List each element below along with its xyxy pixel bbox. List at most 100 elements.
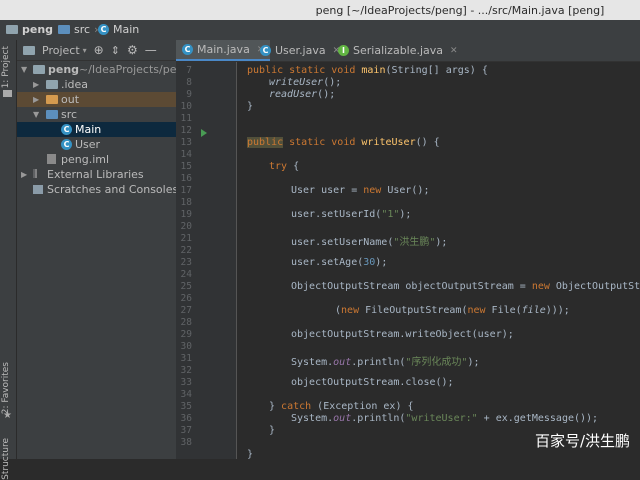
line-number: 27 — [180, 305, 192, 316]
expand-arrow-icon[interactable]: ▼ — [33, 107, 39, 122]
file-icon — [47, 154, 56, 164]
code-line-33: objectOutputStream.close(); — [291, 377, 454, 388]
tree-item-main[interactable]: C Main — [17, 122, 176, 137]
line-number: 14 — [180, 149, 192, 160]
breadcrumb-project-label: peng — [22, 23, 54, 36]
run-icon[interactable] — [201, 129, 207, 137]
breadcrumb-src-label: src — [74, 23, 91, 36]
left-tool-strip: 1: Project 2: Favorites ★ Structure — [0, 40, 17, 480]
breadcrumb-file-label: Main — [113, 23, 140, 36]
tree-item-label: src — [61, 108, 78, 121]
code-line-7: public static void main(String[] args) { — [247, 65, 488, 76]
code-text: user.setAge( — [291, 257, 364, 268]
collapsed-arrow-icon[interactable]: ▶ — [33, 92, 39, 107]
project-tool-tab[interactable]: 1: Project — [1, 46, 11, 88]
tree-item-scratches[interactable]: Scratches and Consoles — [17, 182, 176, 197]
tree-item-root[interactable]: ▼ peng ~/IdeaProjects/peng — [17, 62, 176, 77]
code-line-35: } catch (Exception ex) { — [247, 401, 414, 412]
code-line-25: ObjectOutputStream objectOutputStream = … — [247, 281, 640, 292]
line-number: 13 — [180, 137, 192, 148]
code-string: "1" — [381, 209, 400, 220]
breadcrumb-src[interactable]: src › — [58, 23, 98, 36]
project-tree: ▼ peng ~/IdeaProjects/peng ▶ .idea ▶ out… — [17, 62, 176, 197]
code-field: out — [333, 357, 352, 368]
locate-target-icon[interactable]: ⊕ — [94, 43, 104, 57]
code-keyword: new — [531, 281, 550, 292]
code-text: .println( — [351, 413, 406, 424]
code-text: ))); — [545, 305, 570, 316]
interface-icon: I — [338, 45, 349, 56]
tree-item-label: Scratches and Consoles — [47, 183, 176, 196]
breadcrumb-file[interactable]: C Main — [98, 23, 139, 36]
code-line-38: } — [247, 449, 254, 459]
tree-root-path: ~/IdeaProjects/peng — [79, 63, 176, 76]
code-keyword: catch — [281, 401, 312, 412]
code-line-31: System.out.println("序列化成功"); — [247, 353, 480, 368]
line-number: 38 — [180, 437, 192, 448]
tree-item-iml[interactable]: peng.iml — [17, 152, 176, 167]
code-string: "洪生鹏" — [393, 237, 436, 248]
line-number: 31 — [180, 353, 192, 364]
code-keyword: try — [269, 161, 288, 172]
expand-arrow-icon[interactable]: ▼ — [21, 62, 27, 77]
code-text: user.setUserName( — [291, 237, 394, 248]
code-line-8: writeUser(); — [247, 77, 341, 88]
tab-label: Main.java — [197, 43, 250, 56]
code-text: ); — [375, 257, 388, 268]
close-icon[interactable]: ✕ — [450, 46, 458, 56]
code-line-15: try { — [247, 161, 299, 172]
favorites-tool-tab[interactable]: 2: Favorites — [1, 362, 11, 414]
tab-serializable-java[interactable]: I Serializable.java ✕ — [332, 40, 464, 61]
line-number: 9 — [186, 89, 192, 100]
tree-root-name: peng — [48, 63, 80, 76]
code-line-27: (new FileOutputStream(new File(file))); — [247, 305, 570, 316]
tree-item-user[interactable]: C User — [17, 137, 176, 152]
class-icon: C — [61, 124, 72, 135]
code-line-29: objectOutputStream.writeObject(user); — [291, 329, 514, 340]
tree-item-label: User — [75, 138, 101, 151]
collapse-all-icon[interactable]: ⇕ — [111, 44, 120, 57]
breadcrumb-project[interactable]: peng › — [6, 23, 61, 36]
project-view-icon — [23, 45, 35, 55]
code-text: + ex.getMessage()); — [477, 413, 599, 424]
line-number: 22 — [180, 245, 192, 256]
code-text: ObjectOutputStream — [555, 281, 640, 292]
code-text: ); — [467, 357, 480, 368]
line-number: 18 — [180, 197, 192, 208]
project-view-selector[interactable]: Project — [42, 44, 80, 57]
line-number: 33 — [180, 377, 192, 388]
tree-item-label: .idea — [61, 78, 89, 91]
code-keyword: static void — [283, 137, 362, 148]
library-icon: ⫼ — [33, 169, 38, 180]
collapsed-arrow-icon[interactable]: ▶ — [21, 167, 27, 182]
project-panel: Project ▾ ⊕ ⇕ ⚙ — ▼ peng ~/IdeaProjects/… — [17, 40, 176, 459]
line-number: 20 — [180, 221, 192, 232]
line-number: 17 — [180, 185, 192, 196]
line-number: 21 — [180, 233, 192, 244]
source-folder-icon — [46, 110, 58, 119]
line-number: 36 — [180, 413, 192, 424]
line-number: 10 — [180, 101, 192, 112]
code-call: readUser — [269, 89, 318, 100]
hide-panel-icon[interactable]: — — [145, 43, 157, 57]
code-line-13: public static void writeUser() { — [247, 137, 440, 148]
gear-icon[interactable]: ⚙ — [127, 43, 138, 57]
collapsed-arrow-icon[interactable]: ▶ — [33, 77, 39, 92]
tree-item-idea[interactable]: ▶ .idea — [17, 77, 176, 92]
code-editor[interactable]: public static void main(String[] args) {… — [237, 62, 640, 459]
code-line-10: } — [247, 101, 254, 112]
code-string: "writeUser:" — [405, 413, 478, 424]
tree-item-src[interactable]: ▼ src — [17, 107, 176, 122]
dropdown-arrow-icon[interactable]: ▾ — [83, 46, 87, 55]
code-parameter: file — [521, 305, 546, 316]
editor-gutter[interactable]: 7 8 9 10 11 12 13 14 15 16 17 18 19 20 21 22 23 24 25 26 27 2… — [176, 62, 237, 459]
code-keyword: new — [341, 305, 360, 316]
project-folder-icon — [33, 65, 45, 74]
line-number: 15 — [180, 161, 192, 172]
code-text: System. — [291, 413, 334, 424]
tree-item-out[interactable]: ▶ out — [17, 92, 176, 107]
tree-item-external-libraries[interactable]: ▶ ⫼ External Libraries — [17, 167, 176, 182]
line-number: 29 — [180, 329, 192, 340]
line-number: 32 — [180, 365, 192, 376]
line-number: 7 — [186, 65, 192, 76]
